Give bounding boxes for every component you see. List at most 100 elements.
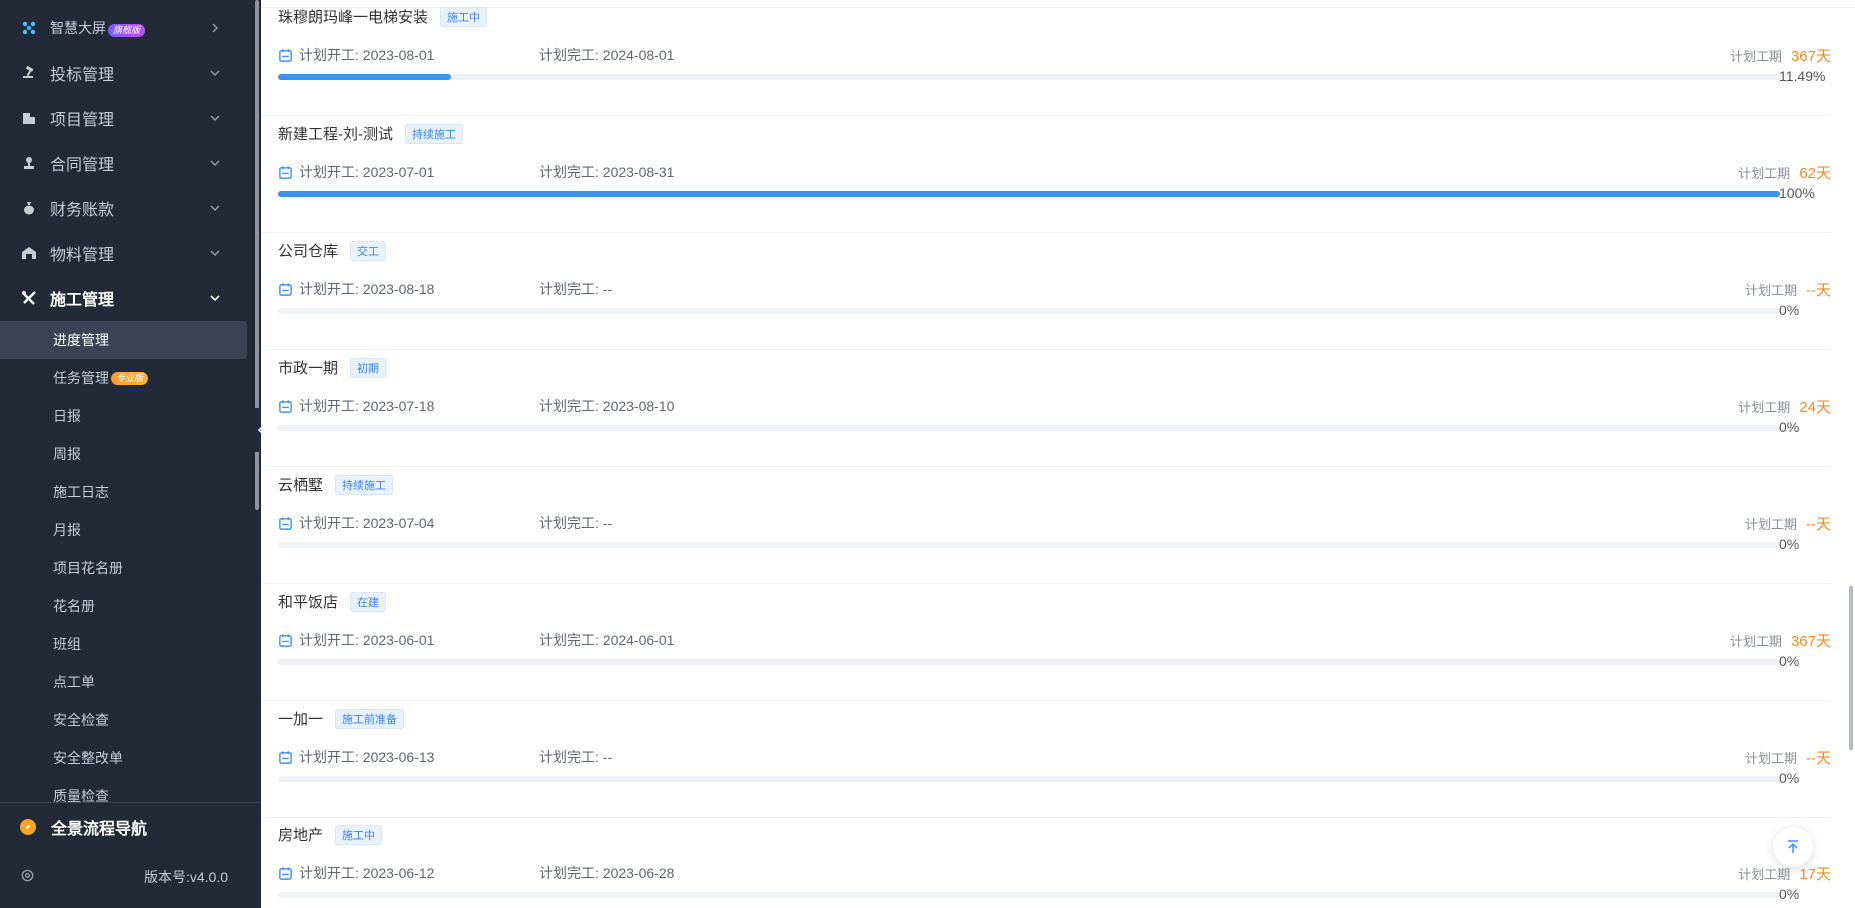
project-row[interactable]: 珠穆朗玛峰一电梯安装 施工中 计划开工: 2023-08-01 计划完工: 202… <box>261 0 1831 116</box>
money-bag-icon <box>20 199 38 217</box>
menu-item-contract[interactable]: 合同管理 <box>0 140 247 185</box>
duration-days: 367天 <box>1790 633 1831 650</box>
menu-item-bidding[interactable]: 投标管理 <box>0 50 247 95</box>
project-name[interactable]: 珠穆朗玛峰一电梯安装 <box>278 6 428 27</box>
calendar-icon <box>278 399 293 414</box>
submenu-item-tasks[interactable]: 任务管理 专业版 <box>0 359 247 397</box>
calendar-icon <box>278 516 293 531</box>
main-scrollbar[interactable] <box>1849 586 1853 750</box>
submenu-item-work-order[interactable]: 点工单 <box>0 663 247 701</box>
submenu-label: 月报 <box>53 522 81 538</box>
submenu-item-daily[interactable]: 日报 <box>0 397 247 435</box>
project-row[interactable]: 和平饭店 在建 计划开工: 2023-06-01 计划完工: 2024-06-01… <box>261 584 1831 701</box>
duration-label: 计划工期 <box>1738 400 1791 415</box>
planned-end: 计划完工: -- <box>539 515 613 531</box>
progress-percent: 0% <box>1779 302 1800 318</box>
planned-start: 计划开工: 2023-06-01 <box>299 632 435 648</box>
submenu-label: 班组 <box>53 636 81 652</box>
status-tag: 交工 <box>350 240 387 261</box>
menu-label: 项目管理 <box>50 111 115 129</box>
dashboard-icon <box>20 19 38 37</box>
progress-percent: 0% <box>1779 536 1800 552</box>
pro-badge: 专业版 <box>111 371 149 385</box>
duration-label: 计划工期 <box>1744 517 1797 532</box>
chevron-down-icon <box>205 112 225 124</box>
duration-label: 计划工期 <box>1738 166 1791 181</box>
settings-icon[interactable] <box>20 868 35 886</box>
chevron-down-icon <box>205 67 225 79</box>
sidebar: 智慧大屏 旗舰版 投标管理 项目管理 合同管理 财务账款 物料管理 施工管理 进… <box>0 0 261 908</box>
submenu-label: 任务管理 <box>53 370 109 386</box>
submenu-item-safety-check[interactable]: 安全检查 <box>0 701 247 739</box>
project-row[interactable]: 新建工程-刘-测试 持续施工 计划开工: 2023-07-01 计划完工: 202… <box>261 116 1831 233</box>
planned-end: 计划完工: 2024-06-01 <box>539 632 675 648</box>
sidebar-menu: 智慧大屏 旗舰版 投标管理 项目管理 合同管理 财务账款 物料管理 施工管理 进… <box>0 0 261 802</box>
planned-end: 计划完工: -- <box>539 281 613 297</box>
submenu-label: 安全检查 <box>53 712 109 728</box>
progress-list: 珠穆朗玛峰一电梯安装 施工中 计划开工: 2023-08-01 计划完工: 202… <box>261 0 1855 908</box>
progress-percent: 0% <box>1779 419 1800 435</box>
submenu-item-monthly[interactable]: 月报 <box>0 511 247 549</box>
planned-start: 计划开工: 2023-06-13 <box>299 749 435 765</box>
duration-label: 计划工期 <box>1729 634 1782 649</box>
progress-bar <box>278 74 1780 80</box>
project-name[interactable]: 公司仓库 <box>278 240 338 261</box>
project-row[interactable]: 一加一 施工前准备 计划开工: 2023-06-13 计划完工: -- 计划工期 -… <box>261 701 1831 818</box>
submenu-item-roster[interactable]: 花名册 <box>0 587 247 625</box>
chevron-right-icon <box>205 22 225 34</box>
planned-end: 计划完工: 2023-08-31 <box>539 164 675 180</box>
progress-bar <box>278 659 1780 665</box>
project-name[interactable]: 房地产 <box>278 824 323 845</box>
project-row[interactable]: 公司仓库 交工 计划开工: 2023-08-18 计划完工: -- 计划工期 --天… <box>261 233 1831 350</box>
submenu-label: 安全整改单 <box>53 750 123 766</box>
submenu-label: 日报 <box>53 408 81 424</box>
flagship-badge: 旗舰版 <box>108 23 146 37</box>
project-row[interactable]: 云栖墅 持续施工 计划开工: 2023-07-04 计划完工: -- 计划工期 --… <box>261 467 1831 584</box>
status-tag: 在建 <box>350 591 387 612</box>
menu-label: 施工管理 <box>50 291 115 309</box>
progress-fill <box>278 74 451 80</box>
progress-percent: 0% <box>1779 886 1800 902</box>
calendar-icon <box>278 282 293 297</box>
submenu-item-safety-rectify[interactable]: 安全整改单 <box>0 739 247 777</box>
project-name[interactable]: 和平饭店 <box>278 591 338 612</box>
submenu-item-team[interactable]: 班组 <box>0 625 247 663</box>
project-row[interactable]: 房地产 施工中 计划开工: 2023-06-12 计划完工: 2023-06-28… <box>261 817 1831 908</box>
submenu-item-quality-check[interactable]: 质量检查 <box>0 777 247 802</box>
menu-item-material[interactable]: 物料管理 <box>0 230 247 275</box>
duration-label: 计划工期 <box>1744 283 1797 298</box>
menu-item-construction[interactable]: 施工管理 <box>0 275 247 320</box>
progress-bar <box>278 308 1780 314</box>
project-name[interactable]: 市政一期 <box>278 357 338 378</box>
duration-days: --天 <box>1806 516 1831 533</box>
planned-end: 计划完工: 2023-06-28 <box>539 865 675 881</box>
duration-days: 62天 <box>1799 165 1831 182</box>
menu-item-finance[interactable]: 财务账款 <box>0 185 247 230</box>
menu-item-dashboard[interactable]: 智慧大屏 旗舰版 <box>0 5 247 50</box>
submenu-item-log[interactable]: 施工日志 <box>0 473 247 511</box>
menu-item-project[interactable]: 项目管理 <box>0 95 247 140</box>
calendar-icon <box>278 866 293 881</box>
duration-days: 24天 <box>1799 399 1831 416</box>
progress-percent: 11.49% <box>1779 68 1826 84</box>
gavel-icon <box>20 64 38 82</box>
status-tag: 施工中 <box>440 6 488 27</box>
status-tag: 持续施工 <box>405 123 463 144</box>
arrow-up-icon <box>1788 840 1798 853</box>
project-name[interactable]: 云栖墅 <box>278 474 323 495</box>
building-icon <box>20 109 38 127</box>
back-to-top-button[interactable] <box>1773 827 1813 867</box>
duration-days: 17天 <box>1799 866 1831 883</box>
submenu-label: 项目花名册 <box>53 560 123 576</box>
project-name[interactable]: 新建工程-刘-测试 <box>278 123 393 144</box>
calendar-icon <box>278 633 293 648</box>
project-name[interactable]: 一加一 <box>278 708 323 729</box>
submenu-item-progress[interactable]: 进度管理 <box>0 321 247 359</box>
progress-bar <box>278 191 1780 197</box>
process-guide-link[interactable]: 全景流程导航 <box>20 815 147 839</box>
submenu-item-weekly[interactable]: 周报 <box>0 435 247 473</box>
project-row[interactable]: 市政一期 初期 计划开工: 2023-07-18 计划完工: 2023-08-10… <box>261 350 1831 467</box>
submenu-item-project-roster[interactable]: 项目花名册 <box>0 549 247 587</box>
planned-end: 计划完工: 2023-08-10 <box>539 398 675 414</box>
menu-label: 财务账款 <box>50 201 115 219</box>
